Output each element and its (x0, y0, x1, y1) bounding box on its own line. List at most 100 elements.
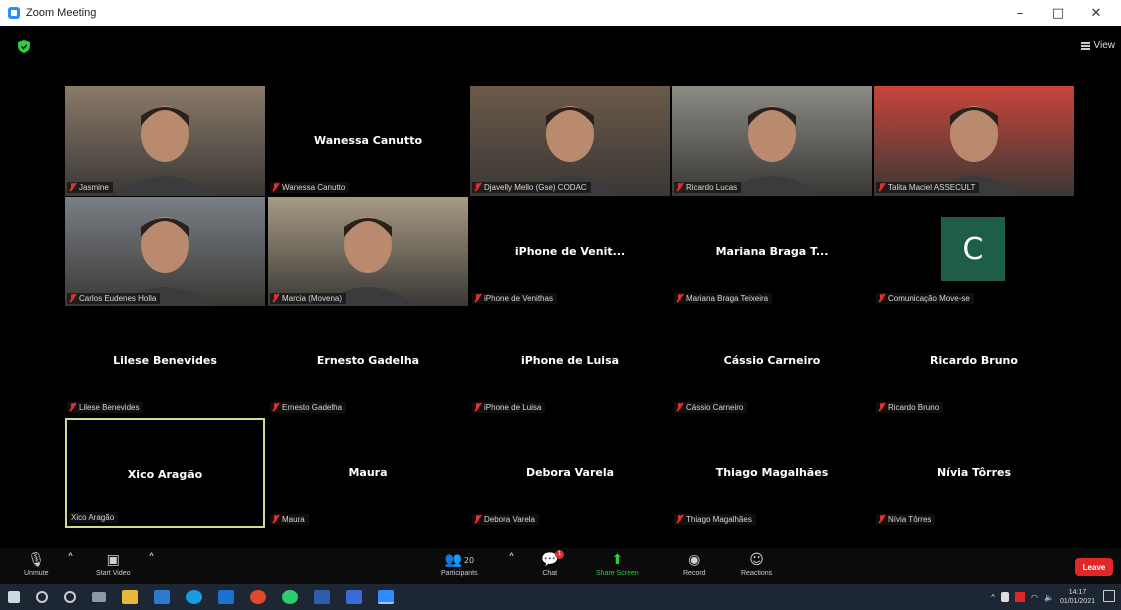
muted-mic-icon (474, 515, 481, 524)
maximize-button[interactable]: □ (1039, 6, 1077, 21)
task-view-icon[interactable] (92, 592, 106, 602)
participant-label-text: Debora Varela (484, 515, 535, 524)
whatsapp-icon[interactable] (282, 590, 298, 604)
audio-options-caret[interactable]: ˄ (67, 550, 74, 570)
participant-display-name: Thiago Magalhães (715, 466, 829, 479)
minimize-button[interactable]: – (1001, 6, 1039, 21)
participant-name-label: Wanessa Canutto (270, 182, 350, 193)
participant-name-label: Xico Aragão (69, 512, 119, 523)
clock-time: 14:17 (1068, 589, 1087, 596)
share-screen-icon: ⬆ (611, 552, 624, 568)
share-screen-button[interactable]: ⬆ Share Screen (596, 550, 639, 577)
participant-name-label: Lilese Benevides (67, 402, 144, 413)
participants-options-caret[interactable]: ˄ (508, 550, 515, 570)
muted-mic-icon (272, 294, 279, 303)
muted-mic-icon (272, 515, 279, 524)
word-icon[interactable] (314, 590, 330, 604)
mail-icon[interactable] (218, 590, 234, 604)
unmute-button[interactable]: 🎙 Unmute (24, 550, 49, 577)
muted-mic-icon (878, 515, 885, 524)
start-video-button[interactable]: ▣ Start Video (96, 550, 131, 577)
clock-date: 01/01/2021 (1059, 598, 1095, 605)
grid-view-icon (1080, 41, 1090, 50)
muted-mic-icon (474, 403, 481, 412)
participant-label-text: iPhone de Luisa (484, 403, 542, 412)
chat-button[interactable]: 💬 1 Chat (541, 550, 564, 577)
participant-tile[interactable]: Thiago Magalhães Thiago Magalhães (672, 418, 872, 528)
view-button[interactable]: View (1080, 40, 1115, 51)
participant-tile[interactable]: Maura Maura (268, 418, 468, 528)
participant-tile[interactable]: iPhone de Luisa iPhone de Luisa (470, 306, 670, 416)
wifi-icon[interactable]: ◠ (1031, 593, 1038, 602)
participant-tile[interactable]: Ricardo Bruno Ricardo Bruno (874, 306, 1074, 416)
participant-tile[interactable]: Xico Aragão Xico Aragão (65, 418, 265, 528)
muted-mic-icon (474, 294, 481, 303)
tray-chevron-icon[interactable]: ^ (991, 593, 995, 602)
participant-name-label: iPhone de Venithas (472, 293, 557, 304)
participant-name-label: Comunicação Move-se (876, 293, 974, 304)
reactions-icon: ☺ (749, 552, 764, 568)
file-explorer-icon[interactable] (122, 590, 138, 604)
video-options-caret[interactable]: ˄ (148, 550, 155, 570)
participant-video (65, 197, 265, 307)
participant-display-name: Ernesto Gadelha (316, 354, 420, 367)
windows-start-icon[interactable] (8, 591, 20, 603)
participant-display-name: iPhone de Venit... (514, 245, 626, 258)
security-shield-icon[interactable] (18, 40, 30, 53)
participant-tile[interactable]: Mariana Braga T... Mariana Braga Teixeira (672, 197, 872, 307)
participant-tile[interactable]: Lilese Benevides Lilese Benevides (65, 306, 265, 416)
muted-mic-icon (474, 183, 481, 192)
participant-name-label: Ernesto Gadelha (270, 402, 347, 413)
participant-video (470, 86, 670, 196)
participant-name-label: iPhone de Luisa (472, 402, 546, 413)
participant-tile[interactable]: Carlos Eudenes Holla (65, 197, 265, 307)
leave-button[interactable]: Leave (1075, 558, 1113, 576)
muted-mic-icon (69, 403, 76, 412)
edge-icon[interactable] (186, 590, 202, 604)
participant-name-label: Debora Varela (472, 514, 539, 525)
participant-label-text: Thiago Magalhães (686, 515, 752, 524)
cortana-icon[interactable] (64, 591, 76, 603)
participant-label-text: Comunicação Move-se (888, 294, 970, 303)
search-icon[interactable] (36, 591, 48, 603)
store-icon[interactable] (154, 590, 170, 604)
participant-name-label: Cássio Carneiro (674, 402, 748, 413)
participant-tile[interactable]: C Comunicação Move-se (874, 197, 1074, 307)
participant-tile[interactable]: Debora Varela Debora Varela (470, 418, 670, 528)
participant-label-text: Djavelly Mello (Gse) CODAC (484, 183, 587, 192)
participants-label: Participants (441, 570, 478, 577)
participant-tile[interactable]: Wanessa Canutto Wanessa Canutto (268, 86, 468, 196)
battery-icon[interactable] (1001, 592, 1009, 602)
chat-label: Chat (542, 570, 558, 577)
participants-button[interactable]: 👥 20 Participants (441, 550, 478, 577)
participant-tile[interactable]: Nívia Tôrres Nívia Tôrres (874, 418, 1074, 528)
participant-video (672, 86, 872, 196)
reactions-button[interactable]: ☺ Reactions (741, 550, 772, 577)
muted-mic-icon (69, 294, 76, 303)
participant-tile[interactable]: Djavelly Mello (Gse) CODAC (470, 86, 670, 196)
muted-mic-icon (676, 403, 683, 412)
participant-tile[interactable]: Marcia (Movena) (268, 197, 468, 307)
chrome-icon[interactable] (250, 590, 266, 604)
record-button[interactable]: ◉ Record (683, 550, 706, 577)
participant-name-label: Djavelly Mello (Gse) CODAC (472, 182, 591, 193)
participant-tile[interactable]: Cássio Carneiro Cássio Carneiro (672, 306, 872, 416)
volume-icon[interactable]: 🔈 (1044, 593, 1054, 602)
meeting-toolbar: 🎙 Unmute ˄ ▣ Start Video ˄ 👥 20 Participa… (0, 548, 1121, 584)
participant-display-name: Xico Aragão (127, 468, 203, 481)
close-button[interactable]: ✕ (1077, 6, 1115, 21)
participant-tile[interactable]: Ricardo Lucas (672, 86, 872, 196)
participant-display-name: Ricardo Bruno (930, 354, 1018, 367)
windows-taskbar: ^ ◠ 🔈 14:17 01/01/2021 (0, 584, 1121, 610)
participant-tile[interactable]: Ernesto Gadelha Ernesto Gadelha (268, 306, 468, 416)
participant-tile[interactable]: Jasmine (65, 86, 265, 196)
notification-icon[interactable] (1103, 590, 1115, 602)
zoom-taskbar-icon[interactable] (378, 590, 394, 604)
participant-tile[interactable]: iPhone de Venit... iPhone de Venithas (470, 197, 670, 307)
participant-tile[interactable]: Talita Maciel ASSECULT (874, 86, 1074, 196)
zoom-tray-icon[interactable] (1015, 592, 1025, 602)
participant-label-text: Nívia Tôrres (888, 515, 932, 524)
clock[interactable]: 14:17 01/01/2021 (1060, 588, 1095, 606)
muted-mic-icon (272, 183, 279, 192)
app-icon[interactable] (346, 590, 362, 604)
